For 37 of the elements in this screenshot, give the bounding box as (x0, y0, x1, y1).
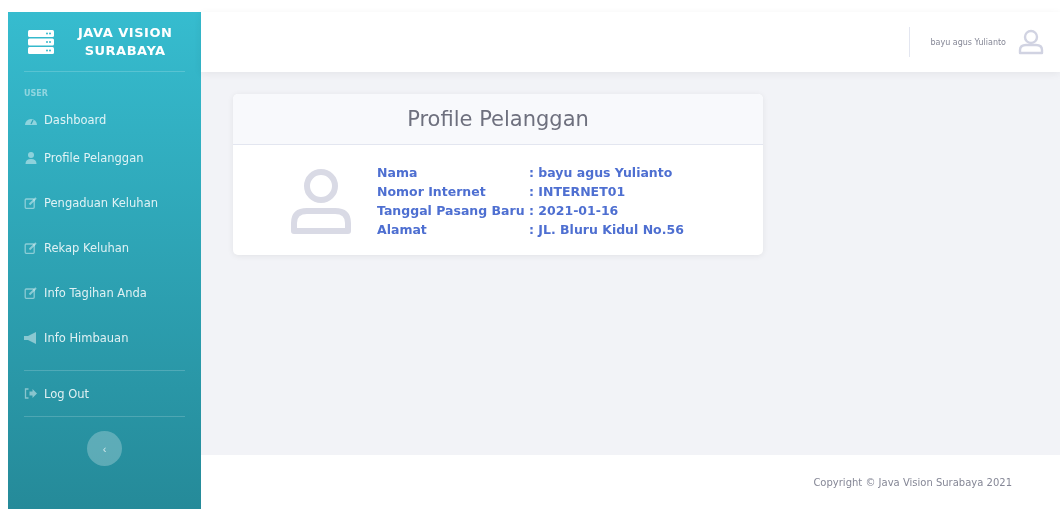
sidebar-item-label: Pengaduan Keluhan (44, 195, 158, 210)
brand-name[interactable]: JAVA VISION SURABAYA (78, 23, 173, 60)
edit-icon (24, 241, 38, 254)
field-value: : bayu agus Yulianto (529, 164, 674, 182)
sidebar-item-label: Info Tagihan Anda (44, 285, 147, 300)
sidebar-heading: USER (24, 89, 49, 98)
sidebar-item[interactable]: Rekap Keluhan (24, 225, 185, 270)
user-name[interactable]: bayu agus Yulianto (930, 37, 1006, 47)
megaphone-icon (24, 331, 38, 344)
user-icon (24, 151, 38, 164)
field-value: : JL. Bluru Kidul No.56 (529, 221, 684, 239)
sidebar-item[interactable]: Info Himbauan (24, 315, 185, 360)
sidebar-item[interactable]: Profile Pelanggan (24, 135, 185, 180)
edit-icon (24, 196, 38, 209)
edit-icon (24, 286, 38, 299)
sidebar-item-label: Rekap Keluhan (44, 240, 130, 255)
logout-label: Log Out (44, 386, 90, 401)
user-avatar-icon[interactable] (1018, 29, 1044, 55)
field-label: Alamat (377, 221, 428, 239)
sidebar-item[interactable]: Pengaduan Keluhan (24, 180, 185, 225)
copyright-text: Copyright © Java Vision Surabaya 2021 (813, 476, 1012, 488)
user-avatar-icon (291, 168, 351, 234)
sidebar-item-label: Profile Pelanggan (44, 150, 144, 165)
field-value: : INTERNET01 (529, 183, 627, 201)
sidebar-item-label: Info Himbauan (44, 330, 129, 345)
server-icon (28, 29, 54, 54)
sidebar-toggle-button[interactable]: ‹ (87, 431, 122, 466)
sidebar-item[interactable]: Info Tagihan Anda (24, 270, 185, 315)
sign-out-icon (24, 388, 38, 399)
sidebar-item-label: Dashboard (44, 113, 107, 127)
logout-link[interactable]: Log Out (24, 371, 185, 416)
field-label: Nomor Internet (377, 183, 487, 201)
sidebar-item[interactable]: Dashboard (24, 105, 185, 135)
field-label: Tanggal Pasang Baru (377, 202, 526, 220)
field-value: : 2021-01-16 (529, 202, 620, 220)
field-label: Nama (377, 164, 419, 182)
card-title: Profile Pelanggan (407, 107, 589, 131)
